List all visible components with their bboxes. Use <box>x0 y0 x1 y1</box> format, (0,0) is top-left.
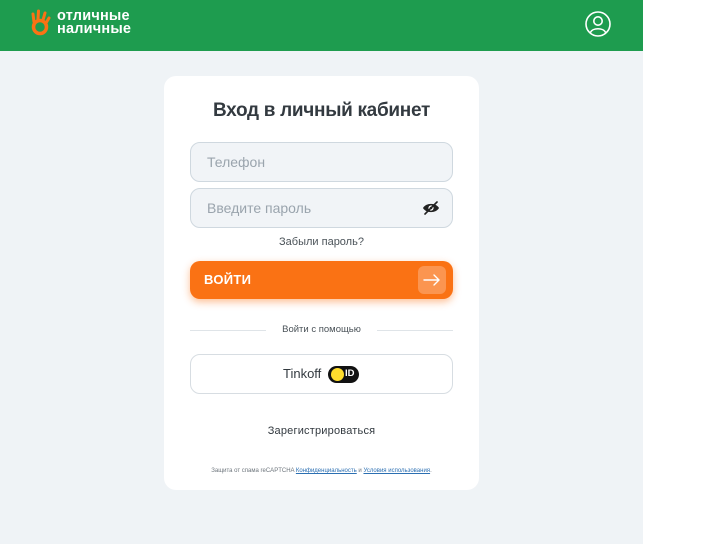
password-input[interactable] <box>207 189 422 227</box>
login-arrow-box <box>418 266 446 294</box>
privacy-link[interactable]: Конфиденциальность <box>296 468 357 474</box>
recaptcha-notice-text: Защита от спама reCAPTCHA <box>211 468 295 474</box>
tinkoff-label: Tinkoff <box>283 366 322 381</box>
eye-icon[interactable] <box>422 201 440 215</box>
top-bar: отличные наличные <box>0 0 643 51</box>
user-circle-icon[interactable] <box>585 11 611 37</box>
logo-line-2: наличные <box>57 21 132 37</box>
logo-wordmark: отличные наличные <box>57 9 132 37</box>
tinkoff-id-button[interactable]: Tinkoff ID <box>190 354 453 394</box>
logo[interactable]: отличные наличные <box>30 9 131 37</box>
password-field[interactable] <box>190 188 453 228</box>
forgot-password-link[interactable]: Забыли пароль? <box>164 236 479 248</box>
arrow-right-icon <box>423 274 440 286</box>
divider-line-right <box>377 330 453 331</box>
phone-field[interactable] <box>190 142 453 182</box>
recaptcha-notice: Защита от спама reCAPTCHA Конфиденциальн… <box>164 468 479 474</box>
tinkoff-id-badge: ID <box>328 366 359 383</box>
recaptcha-period: . <box>430 468 432 474</box>
terms-link[interactable]: Условия использования <box>363 468 430 474</box>
phone-input[interactable] <box>207 143 422 181</box>
page-background: отличные наличные Вход в личный кабинет … <box>0 0 643 544</box>
tinkoff-id-text: ID <box>345 368 355 379</box>
recaptcha-and: и <box>358 468 362 474</box>
ok-hand-logo-icon <box>31 9 51 36</box>
alt-login-divider: Войти с помощью <box>190 324 453 336</box>
login-card: Вход в личный кабинет Забыли пароль? ВОЙ… <box>164 76 479 490</box>
login-button[interactable]: ВОЙТИ <box>190 261 453 299</box>
page-title: Вход в личный кабинет <box>213 100 430 121</box>
login-button-label: ВОЙТИ <box>204 272 252 287</box>
tinkoff-coin-icon <box>331 368 344 381</box>
register-link[interactable]: Зарегистрироваться <box>164 425 479 437</box>
